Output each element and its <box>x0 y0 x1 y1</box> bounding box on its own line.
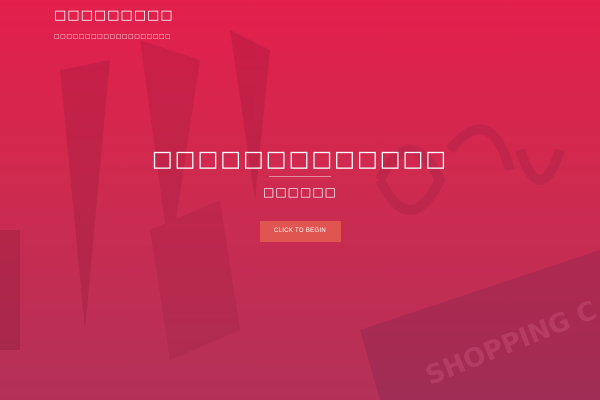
hero-title: □□□□□□□□□□□□□ <box>151 147 449 172</box>
hero-subtitle: □□□□□□ <box>262 185 338 199</box>
click-to-begin-button[interactable]: CLICK TO BEGIN <box>259 221 341 242</box>
site-tagline: □□□□□□□□□□□□□□□□□□□ <box>54 33 172 40</box>
hero-divider <box>269 176 331 177</box>
site-header: □□□□□□□□□ □□□□□□□□□□□□□□□□□□□ <box>54 8 174 40</box>
site-title[interactable]: □□□□□□□□□ <box>54 8 174 23</box>
hero-section: □□□□□□□□□□□□□ □□□□□□ CLICK TO BEGIN <box>0 147 600 242</box>
